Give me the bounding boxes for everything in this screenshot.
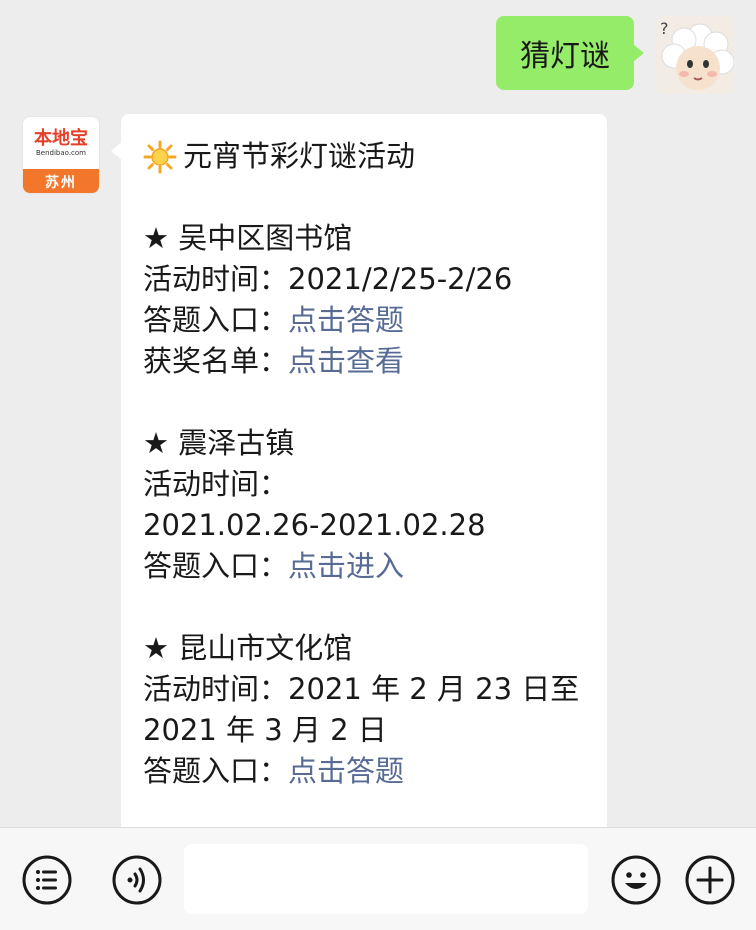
event-1-time: 活动时间：2021/2/25-2/26: [143, 259, 585, 300]
event-1-entry: 答题入口：点击答题: [143, 300, 585, 341]
logo-domain: Bendibao.com: [35, 148, 86, 157]
event-2-entry: 答题入口：点击进入: [143, 546, 585, 587]
event-3-entry: 答题入口：点击答题: [143, 751, 585, 792]
plus-icon[interactable]: [684, 854, 736, 906]
voice-icon[interactable]: [111, 854, 163, 906]
event-1-time-value: 2021/2/25-2/26: [288, 262, 513, 296]
event-3-entry-link[interactable]: 点击答题: [288, 754, 404, 788]
event-1-entry-link[interactable]: 点击答题: [288, 303, 404, 337]
event-2-time-label: 活动时间：: [143, 467, 289, 501]
bendibao-logo: 本地宝 Bendibao.com: [23, 117, 99, 169]
event-2-time-value: 2021.02.26-2021.02.28: [143, 508, 486, 542]
logo-name: 本地宝: [34, 127, 88, 149]
event-1-winners-link[interactable]: 点击查看: [288, 344, 404, 378]
chat-area: 猜灯谜 ? 本地宝 Bendibao.com 苏州 元宵节彩灯谜活动 ★ 吴中区…: [0, 0, 756, 827]
event-2-entry-link[interactable]: 点击进入: [288, 549, 404, 583]
event-1-time-label: 活动时间：: [143, 262, 289, 296]
sender-avatar[interactable]: 本地宝 Bendibao.com 苏州: [22, 116, 100, 194]
event-3-time-value-2: 2021 年 3 月 2 日: [143, 713, 387, 747]
event-1-winners-label: 获奖名单：: [143, 344, 289, 378]
event-2-name: ★ 震泽古镇: [143, 426, 295, 460]
outgoing-message: 猜灯谜 ?: [496, 16, 734, 94]
event-2-entry-label: 答题入口：: [143, 549, 289, 583]
event-1-winners: 获奖名单：点击查看: [143, 341, 585, 382]
sun-icon: [143, 140, 177, 173]
event-1-name: ★ 吴中区图书馆: [143, 221, 353, 255]
event-1-entry-label: 答题入口：: [143, 303, 289, 337]
menu-list-icon[interactable]: [21, 854, 73, 906]
event-3-time: 活动时间：2021 年 2 月 23 日至: [143, 669, 585, 710]
sheep-avatar-icon: ?: [656, 16, 734, 94]
title-text: 元宵节彩灯谜活动: [183, 139, 416, 173]
event-3-time-value-1: 2021 年 2 月 23 日至: [288, 672, 580, 706]
event-3-entry-label: 答题入口：: [143, 754, 289, 788]
event-3-name: ★ 昆山市文化馆: [143, 631, 353, 665]
svg-text:?: ?: [660, 19, 669, 38]
outgoing-text: 猜灯谜: [520, 39, 610, 74]
message-input[interactable]: [184, 844, 588, 914]
event-3-time-label: 活动时间：: [143, 672, 289, 706]
user-avatar[interactable]: ?: [656, 16, 734, 94]
logo-city: 苏州: [23, 169, 99, 193]
message-title: 元宵节彩灯谜活动: [143, 136, 585, 177]
outgoing-bubble[interactable]: 猜灯谜: [496, 16, 644, 90]
input-bar: [0, 827, 756, 930]
incoming-bubble[interactable]: 元宵节彩灯谜活动 ★ 吴中区图书馆 活动时间：2021/2/25-2/26 答题…: [111, 114, 607, 827]
emoji-icon[interactable]: [610, 854, 662, 906]
